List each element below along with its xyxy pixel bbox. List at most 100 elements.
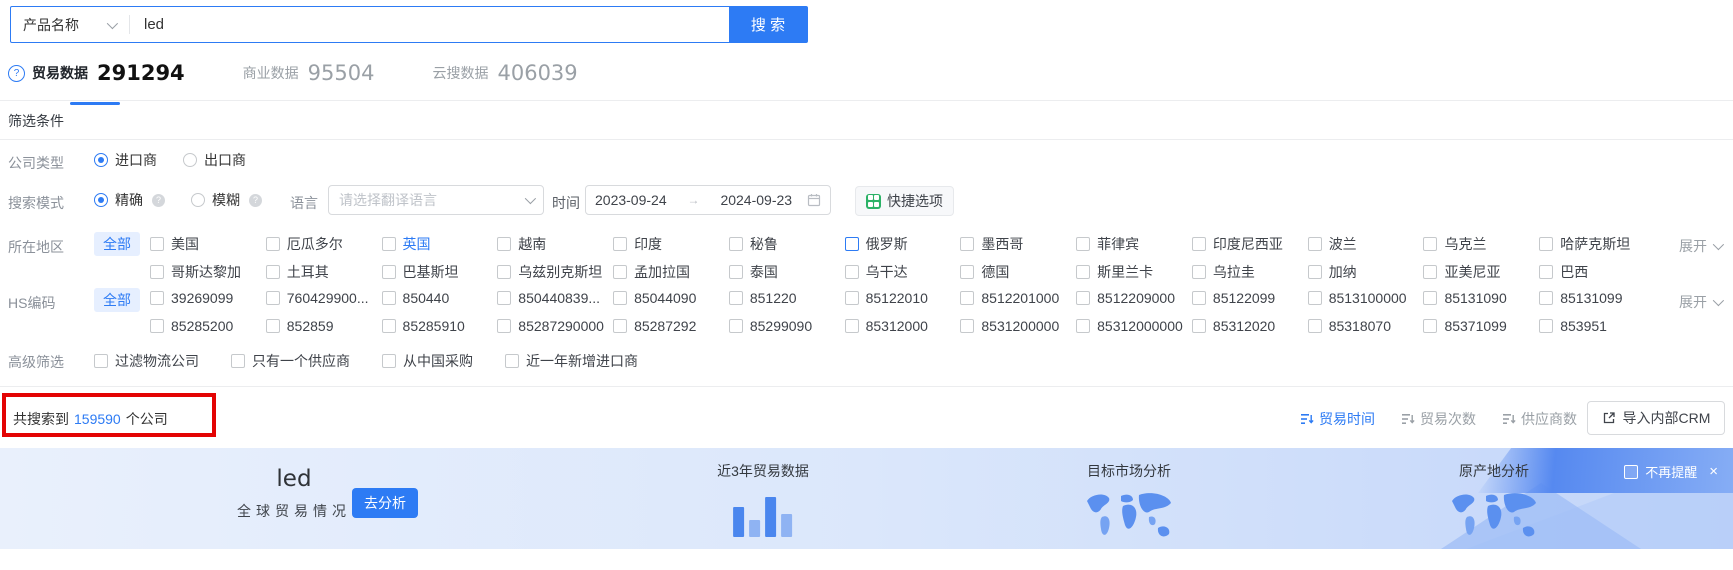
date-range-picker[interactable]: 2023-09-24 → 2024-09-23 <box>585 185 831 215</box>
hs-checkbox-item[interactable]: 85299090 <box>728 318 845 334</box>
region-checkbox-item[interactable]: 巴基斯坦 <box>381 262 498 282</box>
hs-checkbox-item[interactable]: 8512201000 <box>960 290 1076 306</box>
checkbox-icon[interactable] <box>844 265 859 279</box>
checkbox-icon[interactable] <box>844 291 859 305</box>
hs-checkbox-item[interactable]: 85122099 <box>1191 290 1308 306</box>
search-input[interactable] <box>130 7 729 42</box>
region-checkbox-item[interactable]: 乌兹别克斯坦 <box>497 262 613 282</box>
sort-supplier-count[interactable]: 供应商数 <box>1502 409 1577 429</box>
region-checkbox-item[interactable]: 乌干达 <box>844 262 961 282</box>
checkbox-icon[interactable] <box>1423 237 1438 251</box>
checkbox-icon[interactable] <box>497 291 512 305</box>
region-checkbox-item[interactable]: 哥斯达黎加 <box>150 262 266 282</box>
checkbox-icon[interactable] <box>844 237 859 251</box>
checkbox-icon[interactable] <box>497 319 512 333</box>
checkbox-icon[interactable] <box>381 265 396 279</box>
hs-checkbox-item[interactable]: 85287290000 <box>497 318 613 334</box>
checkbox-icon[interactable] <box>1076 319 1091 333</box>
checkbox-icon[interactable] <box>381 237 396 251</box>
checkbox-icon[interactable] <box>1191 319 1206 333</box>
checkbox-icon[interactable] <box>1423 319 1438 333</box>
checkbox-icon[interactable] <box>94 354 108 368</box>
checkbox-icon[interactable] <box>728 237 743 251</box>
region-checkbox-item[interactable]: 美国 <box>150 234 266 254</box>
checkbox-icon[interactable] <box>150 237 164 251</box>
region-checkbox-item[interactable]: 俄罗斯 <box>844 234 961 254</box>
quick-options-button[interactable]: 快捷选项 <box>855 186 954 216</box>
checkbox-icon[interactable] <box>728 265 743 279</box>
region-checkbox-item[interactable]: 波兰 <box>1307 234 1424 254</box>
checkbox-icon[interactable] <box>1191 237 1206 251</box>
region-checkbox-item[interactable]: 墨西哥 <box>960 234 1076 254</box>
checkbox-icon[interactable] <box>265 291 280 305</box>
region-checkbox-item[interactable]: 乌克兰 <box>1423 234 1539 254</box>
hs-checkbox-item[interactable]: 85312000000 <box>1076 318 1192 334</box>
date-start[interactable]: 2023-09-24 <box>595 192 667 208</box>
region-checkbox-item[interactable]: 菲律宾 <box>1076 234 1192 254</box>
region-checkbox-item[interactable]: 乌拉圭 <box>1191 262 1308 282</box>
hs-checkbox-item[interactable]: 85312000 <box>844 318 961 334</box>
radio-exact[interactable]: 精确 ? <box>94 190 165 210</box>
region-checkbox-item[interactable]: 亚美尼亚 <box>1423 262 1539 282</box>
date-end[interactable]: 2024-09-23 <box>720 192 792 208</box>
hs-checkbox-item[interactable]: 850440 <box>381 290 498 306</box>
tab-business-data[interactable]: 商业数据 95504 <box>243 61 375 85</box>
region-checkbox-item[interactable]: 越南 <box>497 234 613 254</box>
checkbox-icon[interactable] <box>728 319 743 333</box>
checkbox-icon[interactable] <box>1076 237 1091 251</box>
hs-checkbox-item[interactable]: 85371099 <box>1423 318 1539 334</box>
tab-cloud-search-data[interactable]: 云搜数据 406039 <box>432 61 577 85</box>
checkbox-icon[interactable] <box>265 319 280 333</box>
checkbox-icon[interactable] <box>381 291 396 305</box>
hs-checkbox-item[interactable]: 85285910 <box>381 318 498 334</box>
language-select[interactable]: 请选择翻译语言 <box>328 185 544 215</box>
sort-trade-time[interactable]: 贸易时间 <box>1300 409 1375 429</box>
advanced-checkbox-item[interactable]: 过滤物流公司 <box>94 351 199 371</box>
checkbox-icon[interactable] <box>1076 291 1091 305</box>
radio-importer[interactable]: 进口商 <box>94 150 157 170</box>
region-checkbox-item[interactable]: 巴西 <box>1539 262 1655 282</box>
checkbox-icon[interactable] <box>613 319 628 333</box>
region-checkbox-item[interactable]: 土耳其 <box>265 262 382 282</box>
checkbox-icon[interactable] <box>1307 291 1322 305</box>
region-checkbox-item[interactable]: 泰国 <box>728 262 845 282</box>
region-checkbox-item[interactable]: 英国 <box>381 234 498 254</box>
hs-checkbox-item[interactable]: 8531200000 <box>960 318 1076 334</box>
hs-checkbox-item[interactable]: 85122010 <box>844 290 961 306</box>
checkbox-icon[interactable] <box>150 319 164 333</box>
checkbox-icon[interactable] <box>265 265 280 279</box>
hs-checkbox-item[interactable]: 85131090 <box>1423 290 1539 306</box>
checkbox-icon[interactable] <box>960 319 975 333</box>
checkbox-icon[interactable] <box>150 291 164 305</box>
import-crm-button[interactable]: 导入内部CRM <box>1587 401 1725 435</box>
checkbox-icon[interactable] <box>844 319 859 333</box>
advanced-checkbox-item[interactable]: 从中国采购 <box>382 351 473 371</box>
checkbox-icon[interactable] <box>497 265 512 279</box>
hs-checkbox-item[interactable]: 85312020 <box>1191 318 1308 334</box>
hs-checkbox-item[interactable]: 760429900... <box>265 290 382 306</box>
checkbox-icon[interactable] <box>497 237 512 251</box>
hs-checkbox-item[interactable]: 853951 <box>1539 318 1655 334</box>
hs-checkbox-item[interactable]: 850440839... <box>497 290 613 306</box>
checkbox-icon[interactable] <box>150 265 164 279</box>
checkbox-icon[interactable] <box>960 237 975 251</box>
checkbox-icon[interactable] <box>1423 291 1438 305</box>
hs-checkbox-item[interactable]: 85318070 <box>1307 318 1424 334</box>
radio-exporter[interactable]: 出口商 <box>183 150 246 170</box>
region-all-chip[interactable]: 全部 <box>94 232 140 256</box>
hs-checkbox-item[interactable]: 851220 <box>728 290 845 306</box>
checkbox-icon[interactable] <box>960 291 975 305</box>
region-checkbox-item[interactable]: 斯里兰卡 <box>1076 262 1192 282</box>
hs-checkbox-item[interactable]: 85044090 <box>613 290 729 306</box>
hs-checkbox-item[interactable]: 39269099 <box>150 290 266 306</box>
region-checkbox-item[interactable]: 印度 <box>613 234 729 254</box>
region-checkbox-item[interactable]: 德国 <box>960 262 1076 282</box>
radio-fuzzy[interactable]: 模糊 ? <box>191 190 262 210</box>
region-checkbox-item[interactable]: 印度尼西亚 <box>1191 234 1308 254</box>
checkbox-icon[interactable] <box>1423 265 1438 279</box>
checkbox-icon[interactable] <box>1307 265 1322 279</box>
checkbox-icon[interactable] <box>1191 291 1206 305</box>
checkbox-icon[interactable] <box>1539 265 1554 279</box>
close-icon[interactable]: × <box>1709 464 1718 479</box>
sort-trade-count[interactable]: 贸易次数 <box>1401 409 1476 429</box>
